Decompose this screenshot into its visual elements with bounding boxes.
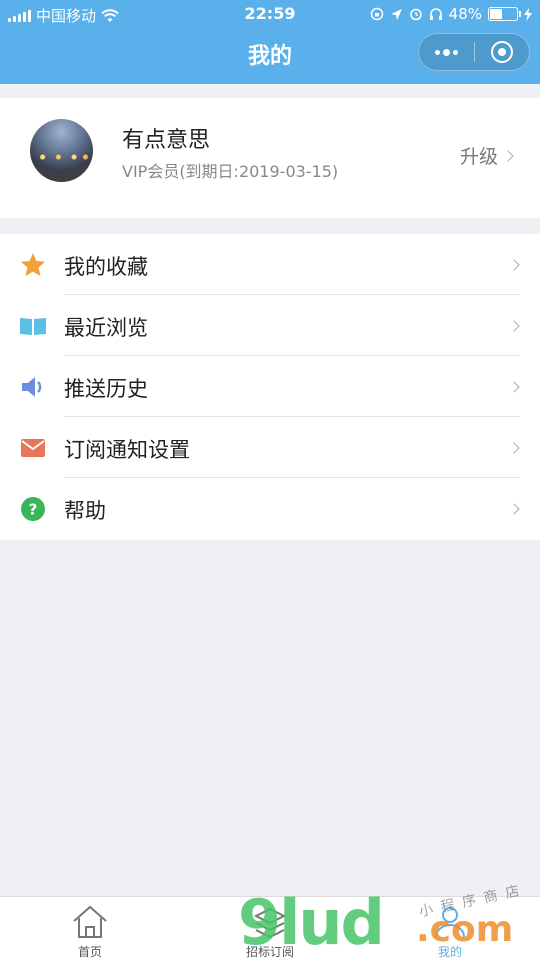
more-button[interactable] [419,34,474,70]
tab-label: 我的 [437,945,462,959]
star-icon [19,251,47,279]
upgrade-button[interactable]: 升级 [459,142,514,169]
avatar[interactable] [30,119,93,182]
battery-icon [488,7,521,21]
help-icon: ? [19,495,47,523]
lock-rotation-icon [370,7,383,21]
tab-label: 首页 [77,945,102,959]
menu-item-label: 我的收藏 [64,255,148,279]
menu-list: 我的收藏 最近浏览 推送历史 订阅通知设置 ? 帮助 [0,234,540,540]
status-bar: 中国移动 22:59 48% [0,0,540,30]
menu-item-recent[interactable]: 最近浏览 [0,295,540,356]
menu-item-notification-settings[interactable]: 订阅通知设置 [0,417,540,478]
mail-icon [19,434,47,462]
chevron-right-icon [508,259,520,271]
close-target-icon [490,41,513,63]
menu-item-label: 推送历史 [64,377,148,401]
battery-percent: 48% [448,5,482,23]
tab-bar: 首页 招标订阅 我的 [0,896,540,960]
vip-status: VIP会员(到期日:2019-03-15) [122,162,339,181]
chevron-right-icon [508,503,520,515]
profile-card[interactable]: 有点意思 VIP会员(到期日:2019-03-15) 升级 [0,98,540,218]
chevron-right-icon [508,381,520,393]
alarm-icon [409,8,422,21]
user-icon [435,907,465,938]
menu-item-favorites[interactable]: 我的收藏 [0,234,540,295]
chevron-right-icon [502,149,514,162]
menu-item-label: 最近浏览 [64,316,148,340]
menu-item-label: 帮助 [64,499,106,523]
speaker-icon [19,373,47,401]
charging-icon [524,7,532,21]
user-name: 有点意思 [122,128,211,153]
home-icon [73,905,107,938]
book-icon [19,312,47,340]
layers-icon [253,907,287,939]
chevron-right-icon [508,320,520,332]
tab-mine[interactable]: 我的 [360,897,540,960]
upgrade-label: 升级 [459,146,498,168]
more-icon [434,48,458,56]
mini-program-capsule [418,33,530,71]
headphones-icon [429,8,442,20]
navigation-bar: 中国移动 22:59 48% 我的 [0,0,540,84]
status-right: 48% [370,5,532,23]
tab-bid-subscription[interactable]: 招标订阅 [180,897,360,960]
close-mini-program-button[interactable] [475,34,530,70]
tab-label: 招标订阅 [245,945,294,959]
menu-item-label: 订阅通知设置 [64,438,190,462]
menu-item-help[interactable]: ? 帮助 [0,478,540,539]
svg-text:?: ? [29,501,38,519]
menu-item-push-history[interactable]: 推送历史 [0,356,540,417]
location-icon [390,8,402,20]
tab-home[interactable]: 首页 [0,897,180,960]
chevron-right-icon [508,442,520,454]
